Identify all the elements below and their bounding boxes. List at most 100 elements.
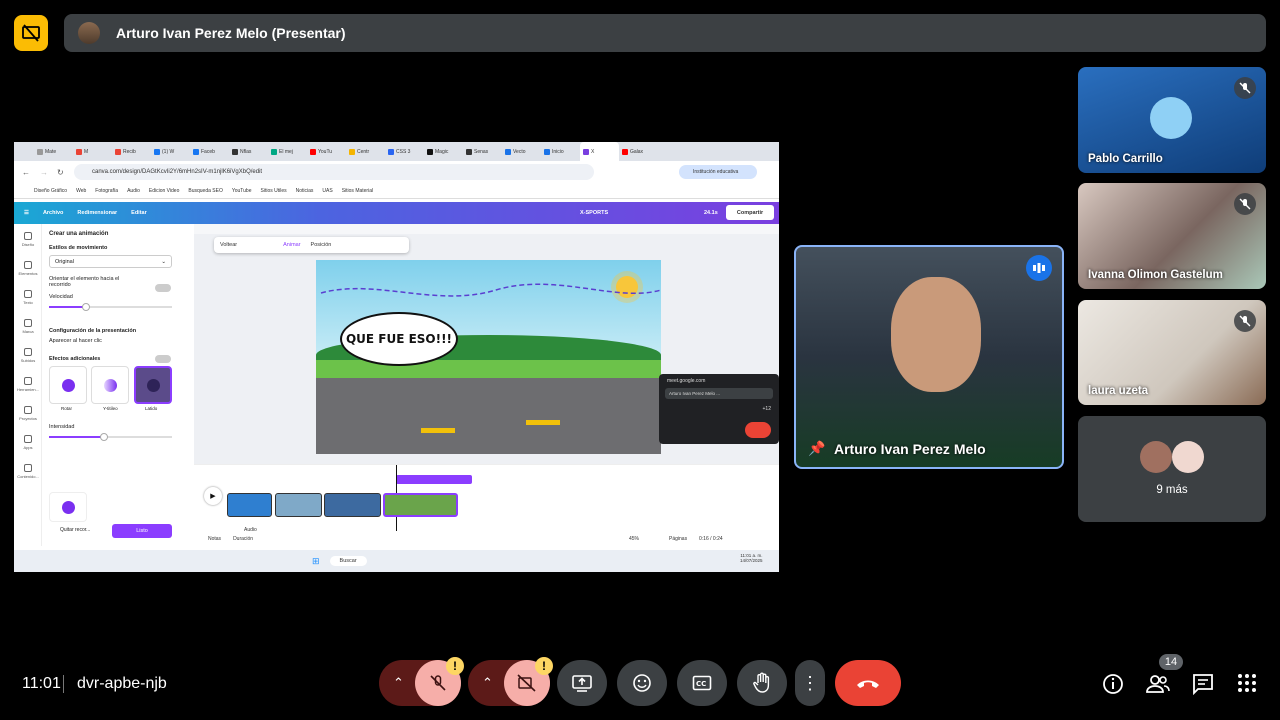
bookmark-item[interactable]: Sitios Material	[342, 188, 373, 194]
chat-icon[interactable]	[1192, 673, 1214, 696]
camera-options-chevron-icon[interactable]: ⌃	[482, 675, 493, 691]
rail-item[interactable]: Proyectos	[14, 406, 42, 421]
url-field[interactable]: canva.com/design/DAGtKcvIi2Y/6mHn2sIV-m1…	[74, 164, 594, 180]
browser-tab[interactable]: Nflas	[229, 142, 268, 161]
orient-toggle[interactable]	[155, 284, 171, 292]
timeline-clip[interactable]	[275, 493, 322, 517]
position-button[interactable]: Posición	[311, 242, 332, 248]
timeline-clip[interactable]	[324, 493, 381, 517]
bookmark-item[interactable]: YouTube	[232, 188, 252, 194]
effect-preview[interactable]	[49, 492, 87, 522]
appear-toggle[interactable]	[155, 355, 171, 363]
bookmark-item[interactable]: Web	[76, 188, 86, 194]
play-duration[interactable]: 24.1s	[704, 210, 718, 216]
stop-presenting-icon[interactable]	[14, 15, 48, 51]
zoom-level[interactable]: 45%	[629, 536, 639, 542]
more-options-button[interactable]: ⋮	[795, 660, 825, 706]
mic-options-chevron-icon[interactable]: ⌃	[393, 675, 404, 691]
flip-button[interactable]: Voltear	[220, 242, 237, 248]
design-page[interactable]: QUE FUE ESO!!!	[316, 260, 661, 454]
intensity-slider[interactable]	[49, 433, 172, 441]
effect-rotar[interactable]	[49, 366, 87, 404]
rail-item[interactable]: Herramien...	[14, 377, 42, 392]
rail-item[interactable]: Subidos	[14, 348, 42, 363]
browser-tab[interactable]: Galax	[619, 142, 658, 161]
bookmark-item[interactable]: UAS	[322, 188, 332, 194]
animate-button[interactable]: Animar	[283, 242, 300, 248]
rail-icon	[24, 290, 32, 298]
rail-label: Proyectos	[19, 416, 37, 421]
menu-archivo[interactable]: Archivo	[43, 210, 63, 216]
browser-tab[interactable]: Inicio	[541, 142, 580, 161]
browser-tab[interactable]: Recib	[112, 142, 151, 161]
speech-bubble[interactable]: QUE FUE ESO!!!	[340, 312, 458, 366]
hamburger-icon[interactable]: ☰	[24, 210, 29, 216]
meeting-info-icon[interactable]	[1102, 673, 1124, 695]
rail-item[interactable]: Contenido...	[14, 464, 42, 479]
activities-icon[interactable]	[1237, 673, 1259, 695]
rail-item[interactable]: Marca	[14, 319, 42, 334]
browser-tab[interactable]: Mate	[34, 142, 73, 161]
browser-tab[interactable]: Centr	[346, 142, 385, 161]
browser-tab[interactable]: Vecto	[502, 142, 541, 161]
rail-item[interactable]: Texto	[14, 290, 42, 305]
profile-chip[interactable]: Institución educativa	[679, 165, 757, 179]
rail-item[interactable]: Elementos	[14, 261, 42, 276]
animation-track[interactable]	[396, 475, 472, 484]
project-title[interactable]: X-SPORTS	[580, 210, 608, 216]
effect-latido[interactable]	[134, 366, 172, 404]
bookmark-item[interactable]: Edicion Video	[149, 188, 180, 194]
share-button[interactable]: Compartir	[726, 205, 774, 220]
forward-icon[interactable]: →	[40, 168, 48, 177]
browser-tab[interactable]: Magic	[424, 142, 463, 161]
pages-button[interactable]: Páginas	[669, 536, 687, 542]
meeting-code[interactable]: dvr-apbe-njb	[77, 675, 167, 693]
taskbar-search[interactable]: Buscar	[329, 556, 367, 566]
reload-icon[interactable]: ↻	[57, 168, 64, 177]
raise-hand-button[interactable]	[737, 660, 787, 706]
bookmark-item[interactable]: Busqueda SEO	[188, 188, 222, 194]
rail-item[interactable]: Apps	[14, 435, 42, 450]
movement-select[interactable]: Original ⌄	[49, 255, 172, 268]
rail-item[interactable]: Diseño	[14, 232, 42, 247]
participant-tile-ivanna[interactable]: Ivanna Olimon Gastelum	[1078, 183, 1266, 289]
timeline-clip[interactable]	[227, 493, 272, 517]
browser-tab[interactable]: Faceb	[190, 142, 229, 161]
bookmark-item[interactable]: Fotografía	[95, 188, 118, 194]
menu-redimensionar[interactable]: Redimensionar	[77, 210, 117, 216]
browser-tab[interactable]: CSS 3	[385, 142, 424, 161]
back-icon[interactable]: ←	[22, 168, 30, 177]
browser-tab[interactable]: X	[580, 142, 619, 161]
menu-editar[interactable]: Editar	[131, 210, 147, 216]
notes-button[interactable]: Notas	[208, 536, 221, 542]
browser-tab[interactable]: (1) W	[151, 142, 190, 161]
done-button[interactable]: Listo	[112, 524, 172, 538]
participant-tile-laura[interactable]: laura uzeta	[1078, 300, 1266, 405]
mini-end-call-button[interactable]	[745, 422, 771, 438]
speaker-tile[interactable]: 📌 Arturo Ivan Perez Melo	[794, 245, 1064, 469]
leave-call-button[interactable]	[835, 660, 901, 706]
emoji-button[interactable]	[617, 660, 667, 706]
play-icon[interactable]: ▶	[204, 487, 222, 505]
effect-titileo[interactable]	[91, 366, 129, 404]
bookmark-item[interactable]: Audio	[127, 188, 140, 194]
bookmark-item[interactable]: Sitios Utiles	[261, 188, 287, 194]
windows-start-icon[interactable]: ⊞	[312, 556, 320, 567]
bookmark-item[interactable]: Diseño Gráfico	[34, 188, 67, 194]
remove-path-button[interactable]: Quitar recor...	[60, 527, 90, 533]
browser-tab[interactable]: Senas	[463, 142, 502, 161]
speed-slider[interactable]	[49, 303, 172, 311]
present-screen-button[interactable]	[557, 660, 607, 706]
browser-tab[interactable]: M	[73, 142, 112, 161]
participant-name: Ivanna Olimon Gastelum	[1088, 269, 1223, 281]
duration-button[interactable]: Duración	[233, 536, 253, 542]
timeline-clip-selected[interactable]	[383, 493, 458, 517]
browser-tab[interactable]: El mej	[268, 142, 307, 161]
more-participants-tile[interactable]: 9 más	[1078, 416, 1266, 522]
participant-tile-pablo[interactable]: Pablo Carrillo	[1078, 67, 1266, 173]
browser-tab[interactable]: YouTu	[307, 142, 346, 161]
bookmark-item[interactable]: Noticias	[296, 188, 314, 194]
captions-button[interactable]: CC	[677, 660, 727, 706]
pin-icon[interactable]: 📌	[808, 440, 825, 457]
people-icon[interactable]	[1146, 673, 1170, 695]
